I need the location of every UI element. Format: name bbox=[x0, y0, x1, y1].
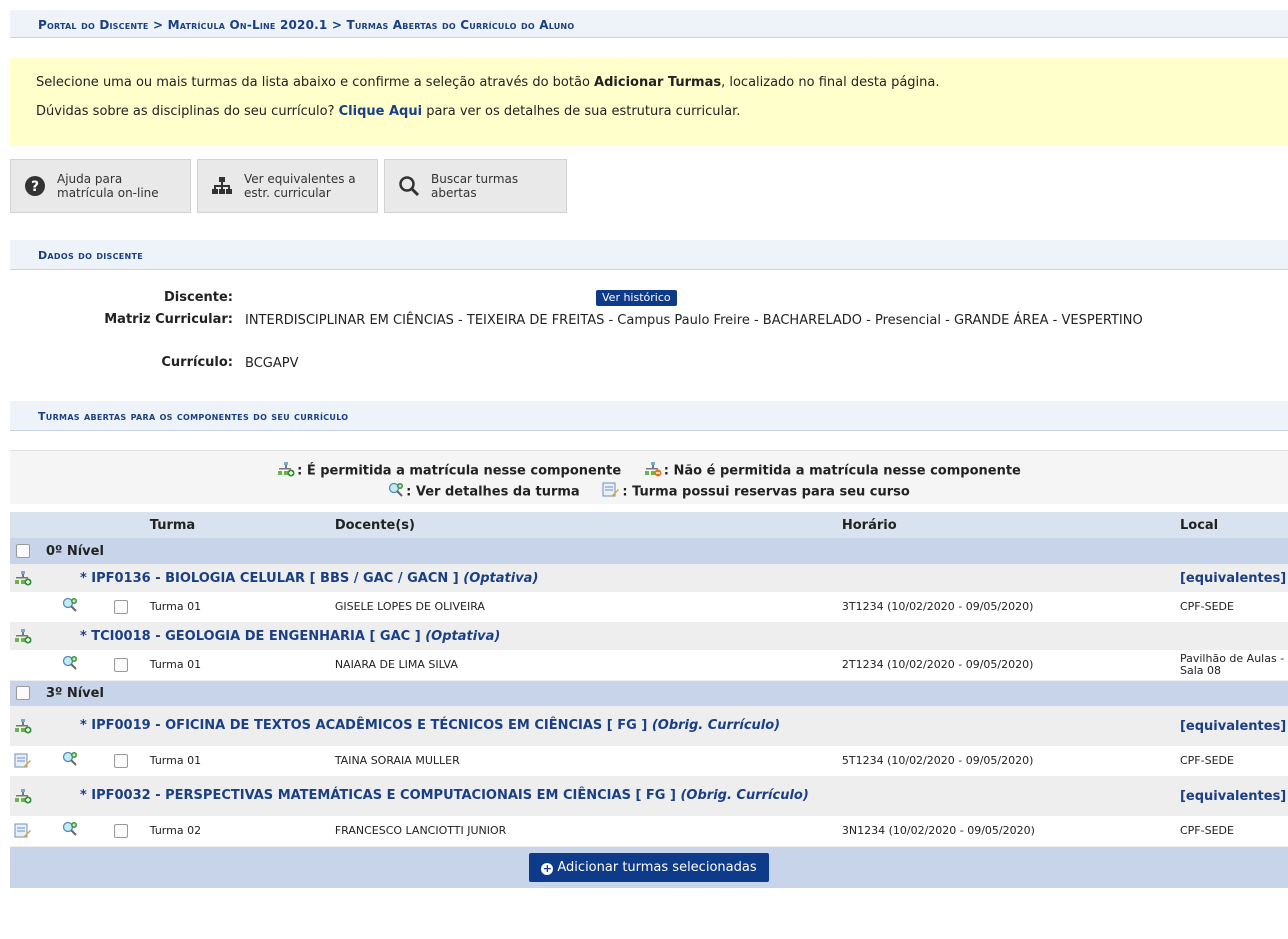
level-row-0: 0º Nível bbox=[10, 538, 1288, 564]
reservation-text: : Turma possui reservas para seu curso bbox=[622, 484, 910, 500]
instructions-line-2: Dúvidas sobre as disciplinas do seu curr… bbox=[36, 103, 1288, 121]
search-classes-button[interactable]: Buscar turmas abertas bbox=[384, 159, 567, 213]
class-schedule: 3T1234 (10/02/2020 - 09/05/2020) bbox=[841, 592, 1180, 623]
plus-icon: + bbox=[541, 861, 554, 875]
class-teacher: GISELE LOPES DE OLIVEIRA bbox=[334, 592, 842, 623]
add-classes-mention: Adicionar Turmas bbox=[594, 75, 722, 90]
component-link[interactable]: * IPF0032 - PERSPECTIVAS MATEMÁTICAS E C… bbox=[35, 776, 842, 816]
class-teacher: FRANCESCO LANCIOTTI JUNIOR bbox=[334, 816, 842, 847]
details-icon[interactable] bbox=[62, 655, 78, 674]
breadcrumb: Portal do Discente > Matrícula On-Line 2… bbox=[10, 10, 1288, 38]
student-data-header: Dados do discente bbox=[10, 240, 1288, 270]
class-location: Pavilhão de Aulas - Sala 08 bbox=[1179, 650, 1288, 681]
class-row: Turma 02 FRANCESCO LANCIOTTI JUNIOR 3N12… bbox=[10, 816, 1288, 847]
header-horario: Horário bbox=[841, 512, 1180, 538]
class-schedule: 5T1234 (10/02/2020 - 09/05/2020) bbox=[841, 746, 1180, 777]
level-0-label: 0º Nível bbox=[35, 538, 1288, 564]
legend: : É permitida a matrícula nesse componen… bbox=[10, 450, 1288, 504]
class-checkbox[interactable] bbox=[113, 823, 128, 838]
details-icon[interactable] bbox=[62, 821, 78, 840]
help-button-label: Ajuda para matrícula on-line bbox=[57, 172, 159, 200]
hierarchy-icon bbox=[210, 174, 234, 198]
view-history-button[interactable]: Ver histórico bbox=[596, 290, 677, 306]
class-checkbox[interactable] bbox=[113, 657, 128, 672]
header-local: Local bbox=[1179, 512, 1288, 538]
level-0-checkbox[interactable] bbox=[15, 544, 30, 558]
curriculum-matrix-label: Matriz Curricular: bbox=[104, 312, 233, 327]
equivalents-link[interactable]: [equivalentes] bbox=[1180, 719, 1286, 734]
class-row: Turma 01 GISELE LOPES DE OLIVEIRA 3T1234… bbox=[10, 592, 1288, 623]
allowed-enrollment-text: : É permitida a matrícula nesse componen… bbox=[297, 463, 622, 479]
instructions-box: Selecione uma ou mais turmas da lista ab… bbox=[10, 58, 1288, 146]
curriculum-value: BCGAPV bbox=[245, 356, 299, 371]
level-3-checkbox[interactable] bbox=[15, 686, 30, 701]
not-allowed-enrollment-icon bbox=[644, 461, 662, 481]
add-selected-classes-button[interactable]: + Adicionar turmas selecionadas bbox=[529, 852, 769, 882]
class-name: Turma 02 bbox=[149, 816, 335, 847]
open-classes-header: Turmas abertas para os componentes do se… bbox=[10, 401, 1288, 431]
equivalents-link[interactable]: [equivalentes] bbox=[1180, 571, 1286, 586]
instructions-text-end: , localizado no final desta página. bbox=[721, 75, 940, 90]
add-selected-classes-label: Adicionar turmas selecionadas bbox=[557, 859, 757, 875]
component-link[interactable]: * IPF0019 - OFICINA DE TEXTOS ACADÊMICOS… bbox=[35, 706, 842, 746]
instructions-line-1: Selecione uma ou mais turmas da lista ab… bbox=[36, 74, 1288, 92]
reservation-icon bbox=[10, 753, 36, 769]
component-row: * IPF0136 - BIOLOGIA CELULAR [ BBS / GAC… bbox=[10, 564, 1288, 592]
question-icon: ? bbox=[23, 174, 47, 198]
header-turma: Turma bbox=[149, 512, 335, 538]
component-row: * TCI0018 - GEOLOGIA DE ENGENHARIA [ GAC… bbox=[10, 622, 1288, 650]
see-equivalents-button[interactable]: Ver equivalentes a estr. curricular bbox=[197, 159, 378, 213]
allowed-enrollment-icon bbox=[277, 461, 295, 481]
reservation-icon bbox=[10, 823, 36, 839]
equivalents-link[interactable]: [equivalentes] bbox=[1180, 789, 1286, 804]
table-header: Turma Docente(s) Horário Local bbox=[10, 512, 1288, 538]
class-name: Turma 01 bbox=[149, 592, 335, 623]
level-3-label: 3º Nível bbox=[35, 680, 1288, 706]
svg-text:?: ? bbox=[31, 179, 39, 195]
classes-table: Turma Docente(s) Horário Local 0º Nível … bbox=[10, 512, 1288, 888]
details-text: : Ver detalhes da turma bbox=[406, 484, 580, 500]
class-schedule: 2T1234 (10/02/2020 - 09/05/2020) bbox=[841, 650, 1180, 681]
class-name: Turma 01 bbox=[149, 650, 335, 681]
reservation-icon bbox=[602, 482, 620, 502]
allowed-enrollment-icon bbox=[10, 788, 36, 804]
curriculum-matrix-value: INTERDISCIPLINAR EM CIÊNCIAS - TEIXEIRA … bbox=[245, 313, 1143, 328]
class-row: Turma 01 TAINA SORAIA MULLER 5T1234 (10/… bbox=[10, 746, 1288, 777]
details-icon[interactable] bbox=[62, 751, 78, 770]
curriculum-label: Currículo: bbox=[161, 355, 233, 370]
class-location: CPF-SEDE bbox=[1179, 816, 1288, 847]
allowed-enrollment-icon bbox=[10, 628, 36, 644]
details-icon[interactable] bbox=[62, 597, 78, 616]
class-row: Turma 01 NAIARA DE LIMA SILVA 2T1234 (10… bbox=[10, 650, 1288, 681]
header-docentes: Docente(s) bbox=[334, 512, 842, 538]
doubts-text-end: para ver os detalhes de sua estrutura cu… bbox=[422, 104, 741, 119]
component-row: * IPF0019 - OFICINA DE TEXTOS ACADÊMICOS… bbox=[10, 706, 1288, 746]
class-location: CPF-SEDE bbox=[1179, 592, 1288, 623]
search-icon bbox=[397, 174, 421, 198]
help-button[interactable]: ? Ajuda para matrícula on-line bbox=[10, 159, 191, 213]
click-here-link[interactable]: Clique Aqui bbox=[339, 104, 422, 119]
table-footer: + Adicionar turmas selecionadas bbox=[10, 846, 1288, 888]
search-classes-label: Buscar turmas abertas bbox=[431, 172, 519, 200]
see-equivalents-label: Ver equivalentes a estr. curricular bbox=[244, 172, 356, 200]
doubts-text: Dúvidas sobre as disciplinas do seu curr… bbox=[36, 104, 339, 119]
component-row: * IPF0032 - PERSPECTIVAS MATEMÁTICAS E C… bbox=[10, 776, 1288, 816]
class-schedule: 3N1234 (10/02/2020 - 09/05/2020) bbox=[841, 816, 1180, 847]
class-checkbox[interactable] bbox=[113, 753, 128, 768]
class-teacher: TAINA SORAIA MULLER bbox=[334, 746, 842, 777]
component-link[interactable]: * TCI0018 - GEOLOGIA DE ENGENHARIA [ GAC… bbox=[35, 622, 1288, 650]
allowed-enrollment-icon bbox=[10, 570, 36, 586]
allowed-enrollment-icon bbox=[10, 718, 36, 734]
level-row-3: 3º Nível bbox=[10, 680, 1288, 706]
not-allowed-enrollment-text: : Não é permitida a matrícula nesse comp… bbox=[663, 463, 1021, 479]
class-teacher: NAIARA DE LIMA SILVA bbox=[334, 650, 842, 681]
student-label: Discente: bbox=[164, 290, 233, 305]
instructions-text: Selecione uma ou mais turmas da lista ab… bbox=[36, 75, 595, 90]
class-location: CPF-SEDE bbox=[1179, 746, 1288, 777]
component-link[interactable]: * IPF0136 - BIOLOGIA CELULAR [ BBS / GAC… bbox=[35, 564, 1180, 592]
class-checkbox[interactable] bbox=[113, 599, 128, 614]
details-icon bbox=[388, 482, 404, 502]
class-name: Turma 01 bbox=[149, 746, 335, 777]
